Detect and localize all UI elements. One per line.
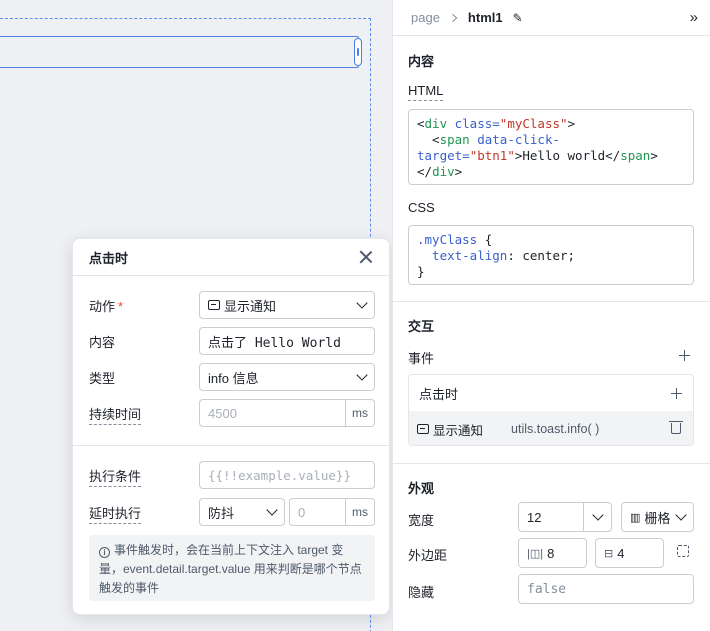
type-row: 类型 info 信息 (89, 363, 375, 391)
breadcrumb-current: html1 (467, 10, 503, 25)
content-input[interactable]: 点击了 Hello World (199, 327, 375, 355)
content-row: 内容 点击了 Hello World (89, 327, 375, 355)
condition-row: 执行条件 {{!!example.value}} (89, 461, 375, 489)
section-divider (393, 301, 710, 302)
duration-input[interactable]: 4500 ms (199, 399, 375, 427)
breadcrumb: page html1 ✎ » (393, 0, 710, 36)
margin-vertical-value: 4 (617, 545, 625, 561)
info-notice: i 事件触发时，会在当前上下文注入 target 变量，event.detail.… (89, 535, 375, 601)
width-value: 12 (527, 509, 542, 525)
chevron-down-icon (356, 297, 368, 309)
event-item-click[interactable]: 点击时 (409, 375, 693, 411)
chevron-down-icon (675, 509, 687, 521)
width-label: 宽度 (408, 513, 435, 528)
events-label: 事件 (408, 351, 435, 366)
action-select-value: 显示通知 (224, 298, 277, 314)
resize-handle[interactable] (354, 38, 362, 66)
chevron-down-icon (591, 509, 604, 521)
chevron-right-icon (448, 13, 458, 22)
html-code-editor[interactable]: <div class="myClass"> <span data-click- … (408, 109, 694, 185)
action-select[interactable]: 显示通知 (199, 291, 375, 319)
margin-horizontal-input[interactable]: |◫| 8 (518, 538, 587, 568)
close-icon[interactable] (359, 250, 373, 264)
event-action-name: 显示通知 (433, 423, 484, 438)
width-unit-select[interactable]: ▥ 栅格 (621, 502, 694, 532)
event-action-modal: 点击时 动作 * 显示通知 内容 点击了 Hello World 类型 info … (72, 238, 390, 615)
margin-vertical-input[interactable]: ⊟ 4 (595, 538, 664, 568)
content-label: 内容 (89, 334, 116, 350)
info-text: 事件触发时，会在当前上下文注入 target 变量，event.detail.t… (99, 543, 362, 595)
add-action-icon[interactable] (671, 388, 682, 399)
duration-label: 持续时间 (89, 404, 199, 425)
horizontal-spacing-icon: |◫| (527, 547, 544, 560)
hidden-placeholder: false (527, 581, 567, 597)
event-name: 点击时 (419, 386, 459, 402)
delay-placeholder: 0 (298, 504, 306, 520)
width-input[interactable]: 12 (518, 502, 612, 532)
event-list: 点击时 显示通知 utils.toast.info( ) (408, 374, 694, 446)
delay-mode-value: 防抖 (208, 505, 235, 521)
type-select-value: info 信息 (208, 370, 259, 386)
message-icon (208, 300, 220, 310)
event-action-code: utils.toast.info( ) (511, 422, 600, 436)
content-section-title: 内容 (408, 54, 435, 69)
chevron-down-icon (266, 504, 278, 516)
condition-label: 执行条件 (89, 466, 199, 487)
hidden-label: 隐藏 (408, 585, 435, 600)
delay-label: 延时执行 (89, 503, 199, 524)
margin-expand-icon[interactable] (677, 545, 689, 557)
css-code-editor[interactable]: .myClass { text-align: center; } (408, 225, 694, 285)
delete-icon[interactable] (669, 421, 683, 434)
condition-input[interactable]: {{!!example.value}} (199, 461, 375, 489)
type-select[interactable]: info 信息 (199, 363, 375, 391)
modal-title: 点击时 (89, 250, 129, 266)
info-icon: i (99, 547, 110, 558)
message-icon (417, 424, 429, 434)
content-input-value: 点击了 Hello World (208, 335, 341, 351)
condition-placeholder: {{!!example.value}} (208, 467, 351, 483)
duration-row: 持续时间 4500 ms (89, 399, 375, 427)
margin-label: 外边距 (408, 548, 448, 563)
html-component-block[interactable] (0, 36, 359, 68)
width-dropdown[interactable] (583, 503, 611, 531)
duration-placeholder: 4500 (208, 405, 237, 421)
interaction-section-title: 交互 (408, 319, 435, 334)
delay-unit: ms (345, 498, 374, 526)
delay-input[interactable]: 0 ms (289, 498, 375, 526)
edit-icon[interactable]: ✎ (513, 11, 523, 25)
action-row: 动作 * 显示通知 (89, 291, 375, 319)
margin-horizontal-value: 8 (547, 545, 555, 561)
vertical-spacing-icon: ⊟ (604, 547, 614, 560)
delay-row: 延时执行 防抖 0 ms (89, 498, 375, 526)
appearance-section-title: 外观 (408, 481, 435, 496)
chevron-down-icon (356, 369, 368, 381)
action-label: 动作 * (89, 298, 124, 314)
required-mark: * (118, 298, 124, 314)
type-label: 类型 (89, 370, 116, 386)
css-label: CSS (408, 200, 435, 215)
html-label: HTML (408, 83, 444, 101)
add-event-icon[interactable] (679, 350, 690, 361)
collapse-panel-icon[interactable]: » (690, 9, 699, 26)
property-panel: page html1 ✎ » 内容 HTML <div class="myCla… (392, 0, 710, 631)
width-unit-value: 栅格 (644, 510, 671, 526)
event-action-row[interactable]: 显示通知 utils.toast.info( ) (409, 411, 693, 445)
grid-icon: ▥ (630, 511, 641, 524)
hidden-input[interactable]: false (518, 574, 694, 604)
section-divider (393, 463, 710, 464)
modal-divider (73, 445, 389, 446)
modal-header: 点击时 (73, 239, 389, 276)
delay-mode-select[interactable]: 防抖 (199, 498, 285, 526)
breadcrumb-root[interactable]: page (411, 10, 440, 25)
duration-unit: ms (345, 399, 374, 427)
